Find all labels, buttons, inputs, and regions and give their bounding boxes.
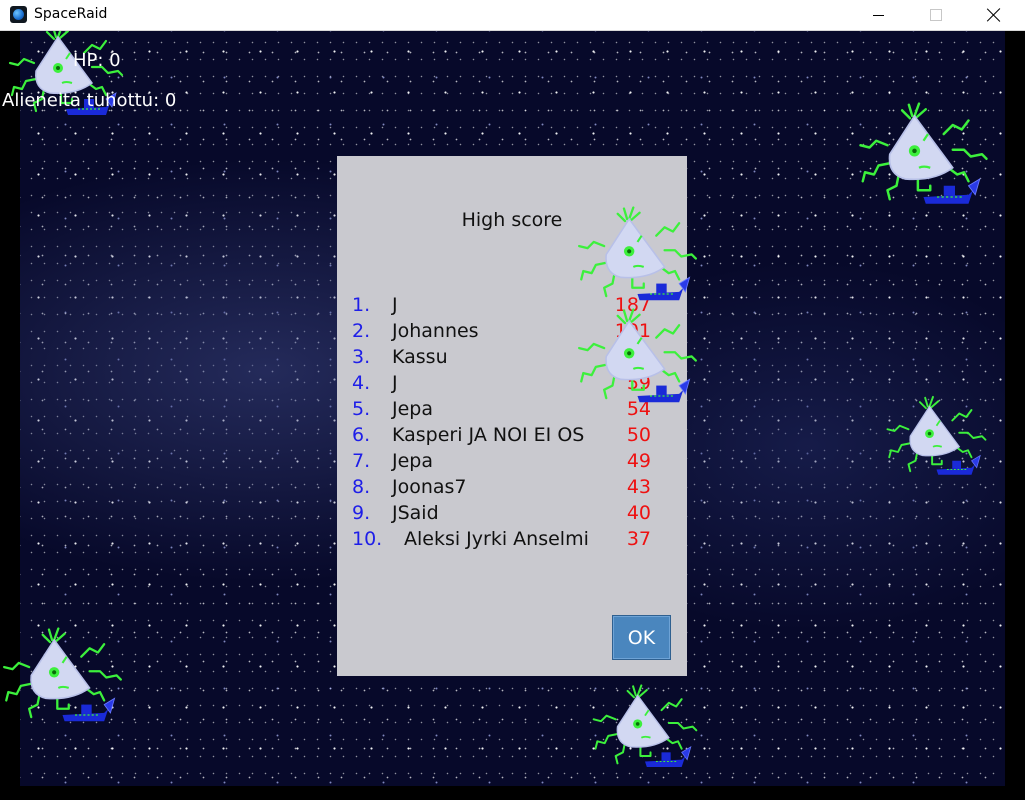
score-player-name: Joonas7 [392,476,467,498]
alien-sprite-icon [856,99,991,214]
close-button[interactable] [965,0,1023,30]
score-player-name: Johannes [392,320,479,342]
alien-sprite-icon [575,204,700,309]
score-row: 9. JSaid 40 [337,502,687,528]
score-value: 43 [626,476,651,498]
window-title: SpaceRaid [34,6,108,22]
score-row: 10. Aleksi Jyrki Anselmi 37 [337,528,687,554]
score-player-name: J [392,294,398,316]
score-rank: 10. [352,528,383,550]
score-value: 40 [626,502,651,524]
score-player-name: J [392,372,398,394]
score-rank: 4. [352,372,371,394]
score-value: 50 [626,424,651,446]
score-value: 37 [626,528,651,550]
score-row: 6. Kasperi JA NOI EI OS 50 [337,424,687,450]
maximize-button[interactable] [907,0,965,30]
score-rank: 9. [352,502,371,524]
alien-sprite-icon [575,306,700,411]
hp-counter: HP: 0 [73,50,121,71]
score-rank: 8. [352,476,371,498]
score-value: 49 [626,450,651,472]
alien-sprite-icon [0,625,125,730]
close-icon [987,8,1001,22]
minimize-icon [872,14,884,16]
alien-sprite-icon [590,681,700,776]
alien-sprite-icon [884,393,989,483]
score-player-name: Jepa [392,450,433,472]
high-score-dialog: High score 1. J 187 2. Johannes 101 3. K… [337,156,687,676]
score-rank: 3. [352,346,371,368]
score-player-name: Kasperi JA NOI EI OS [392,424,585,446]
score-player-name: Kassu [392,346,448,368]
aliens-destroyed-counter: Alieneita tuhottu: 0 [2,90,177,111]
score-rank: 2. [352,320,371,342]
title-bar: SpaceRaid [0,0,1025,31]
score-player-name: Jepa [392,398,433,420]
app-icon [10,6,27,23]
score-rank: 7. [352,450,371,472]
score-row: 8. Joonas7 43 [337,476,687,502]
game-area[interactable]: HP: 0 Alieneita tuhottu: 0 High score 1.… [0,31,1025,800]
score-player-name: JSaid [392,502,439,524]
score-rank: 6. [352,424,371,446]
score-rank: 5. [352,398,371,420]
score-rank: 1. [352,294,371,316]
score-player-name: Aleksi Jyrki Anselmi [404,528,589,550]
score-row: 7. Jepa 49 [337,450,687,476]
maximize-icon [930,9,942,21]
ok-button[interactable]: OK [612,615,671,660]
minimize-button[interactable] [849,0,907,30]
